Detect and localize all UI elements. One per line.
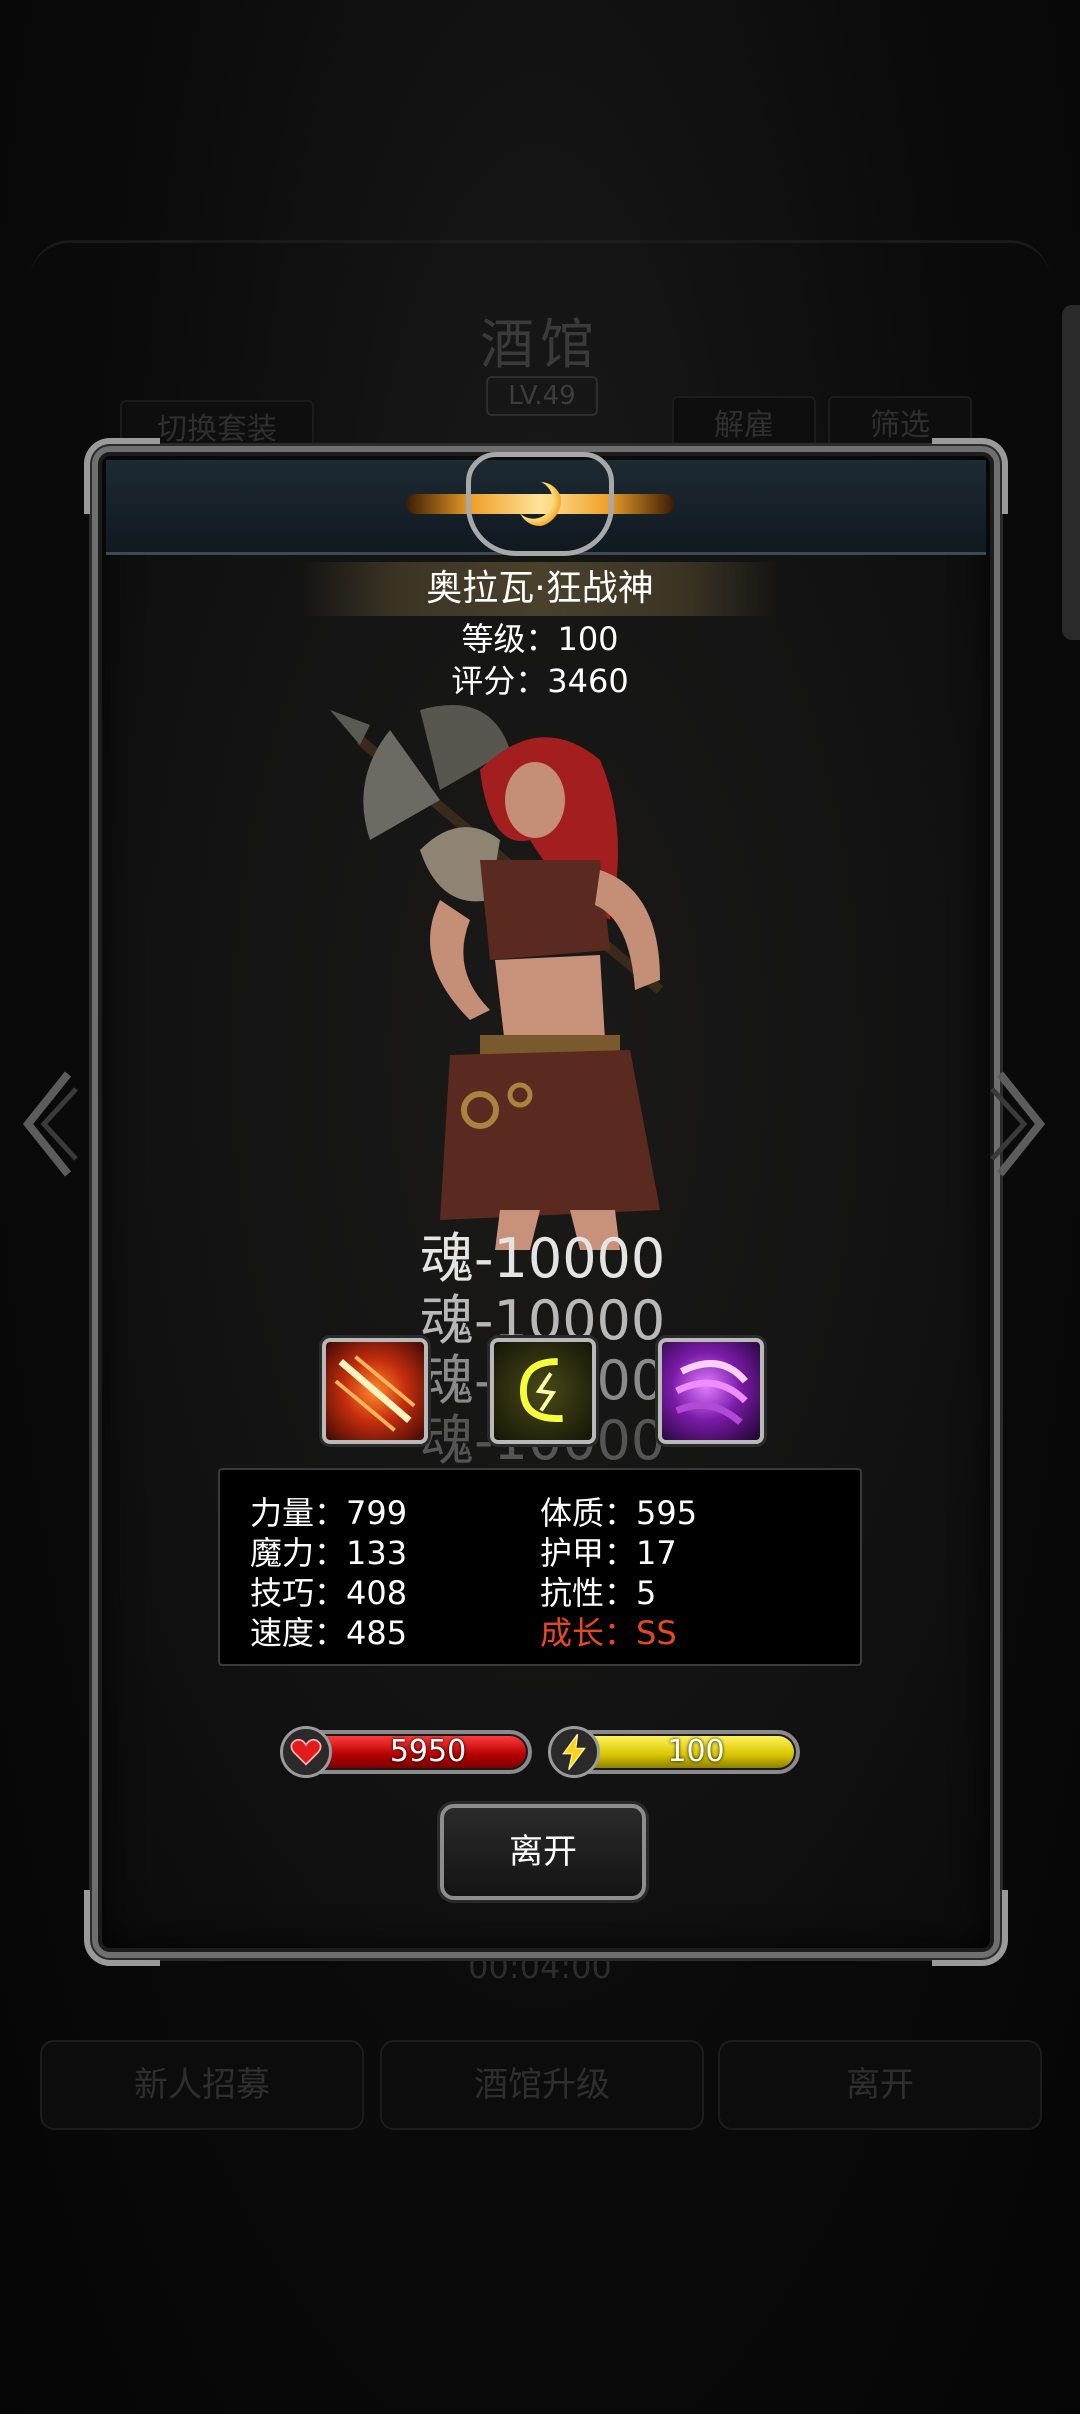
stat-speed: 速度：485	[250, 1614, 408, 1652]
energy-bar: 100	[548, 1726, 800, 1778]
hero-level: 等级：100	[461, 620, 619, 658]
heart-icon	[280, 1726, 332, 1778]
energy-value: 100	[667, 1734, 725, 1769]
stat-growth: 成长：SS	[540, 1614, 677, 1652]
lightning-bolt-icon	[548, 1726, 600, 1778]
hp-value: 5950	[389, 1734, 467, 1769]
hero-stats-panel: 力量：799 魔力：133 技巧：408 速度：485 体质：595 护甲：17…	[218, 1468, 862, 1666]
hp-bar: 5950	[280, 1726, 532, 1778]
crescent-moon-icon	[518, 482, 562, 526]
previous-hero-arrow-icon[interactable]	[18, 1064, 78, 1184]
tavern-title: 酒馆	[480, 313, 600, 376]
frame-corner-ornament	[932, 1890, 1008, 1966]
next-hero-arrow-icon[interactable]	[990, 1064, 1050, 1184]
hero-portrait	[330, 690, 810, 1250]
hero-name: 奥拉瓦·狂战神	[300, 562, 780, 616]
background-leave-button: 离开	[718, 2040, 1042, 2130]
frame-corner-ornament	[932, 438, 1008, 514]
shadow-claw-skill-icon[interactable]	[658, 1338, 764, 1444]
system-side-handle	[1062, 305, 1080, 640]
slash-skill-icon[interactable]	[322, 1338, 428, 1444]
leave-button[interactable]: 离开	[440, 1804, 646, 1900]
frame-corner-ornament	[84, 438, 160, 514]
tavern-level: LV.49	[486, 376, 598, 416]
moon-crest-emblem	[406, 452, 674, 556]
frame-corner-ornament	[84, 1890, 160, 1966]
lightning-skill-icon[interactable]	[490, 1338, 596, 1444]
upgrade-tavern-button: 酒馆升级	[380, 2040, 704, 2130]
recruit-button: 新人招募	[40, 2040, 364, 2130]
